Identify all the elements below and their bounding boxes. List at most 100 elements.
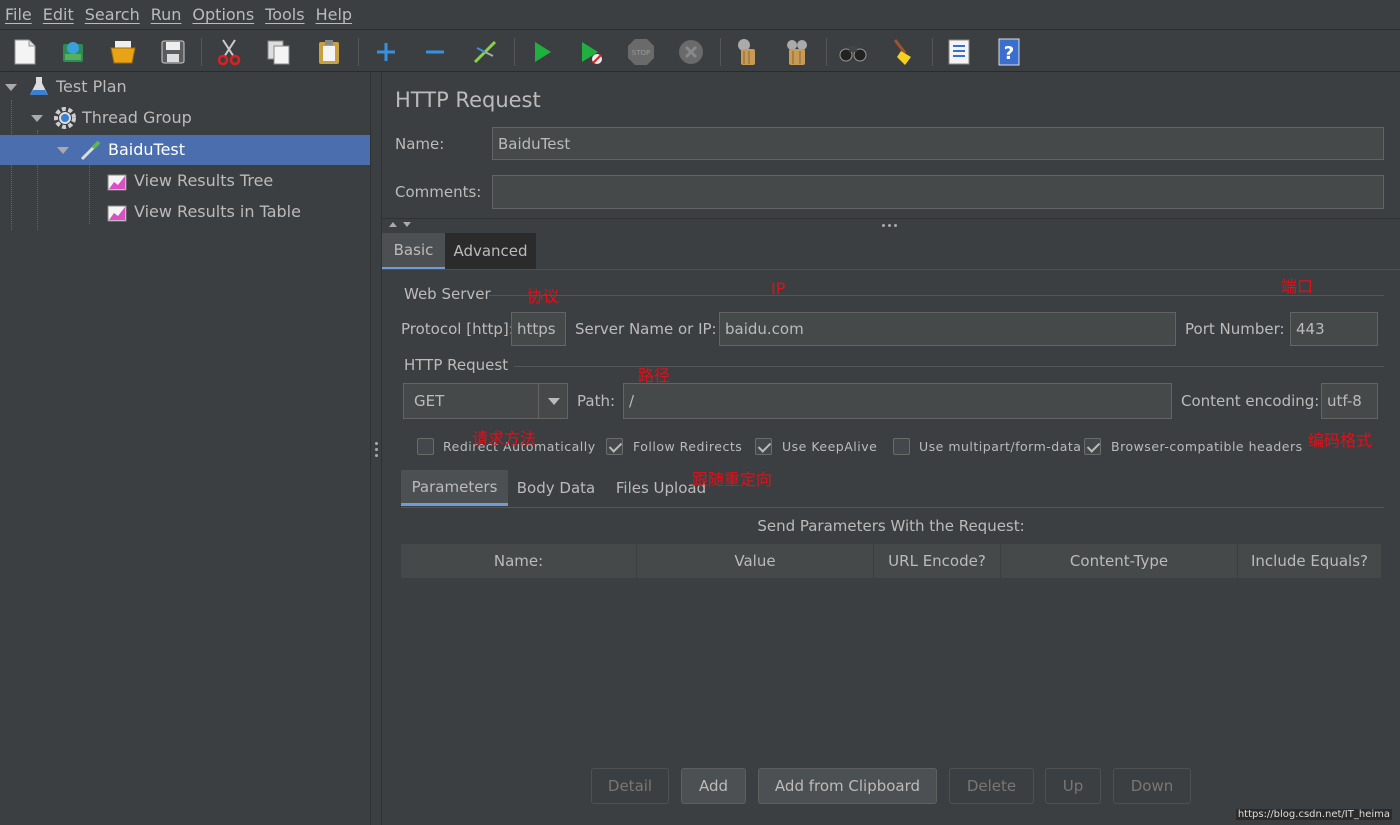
tree-item-label: View Results Tree bbox=[134, 171, 274, 190]
content-encoding-field[interactable]: utf-8 bbox=[1321, 383, 1378, 419]
help-icon[interactable]: ? bbox=[992, 35, 1026, 69]
clear-icon[interactable] bbox=[730, 35, 764, 69]
port-number-field[interactable]: 443 bbox=[1290, 312, 1378, 346]
path-field[interactable]: / bbox=[623, 383, 1172, 419]
test-plan-icon bbox=[27, 75, 51, 99]
chevron-down-icon[interactable] bbox=[5, 84, 17, 91]
browser-compatible-headers-label: Browser-compatible headers bbox=[1111, 439, 1303, 454]
vertical-splitter[interactable] bbox=[370, 72, 382, 825]
web-server-section-title: Web Server bbox=[404, 285, 491, 303]
templates-icon[interactable] bbox=[56, 35, 90, 69]
name-field[interactable]: BaiduTest bbox=[492, 127, 1384, 160]
column-header-include-equals[interactable]: Include Equals? bbox=[1238, 544, 1381, 578]
protocol-label: Protocol [http]: bbox=[401, 320, 514, 338]
tree-item-test-plan[interactable]: Test Plan bbox=[0, 72, 370, 102]
use-multipart-checkbox[interactable] bbox=[893, 438, 910, 455]
stop-icon[interactable]: STOP bbox=[624, 35, 658, 69]
use-multipart-label: Use multipart/form-data bbox=[919, 439, 1082, 454]
menu-tools[interactable]: Tools bbox=[265, 5, 304, 24]
tree-item-label: BaiduTest bbox=[108, 140, 186, 159]
annotation-redirect: 跟随重定向 bbox=[692, 470, 773, 489]
expand-icon[interactable] bbox=[369, 35, 403, 69]
cut-icon[interactable] bbox=[212, 35, 246, 69]
menu-help[interactable]: Help bbox=[316, 5, 352, 24]
chevron-down-icon[interactable] bbox=[57, 147, 69, 154]
browser-compatible-headers-checkbox[interactable] bbox=[1084, 438, 1101, 455]
svg-text:?: ? bbox=[1004, 43, 1014, 64]
down-button[interactable]: Down bbox=[1113, 768, 1191, 804]
server-name-label: Server Name or IP: bbox=[575, 320, 717, 338]
sampler-pipette-icon bbox=[79, 138, 103, 162]
tree-item-label: Test Plan bbox=[56, 77, 127, 96]
splitter-arrows-icon[interactable] bbox=[388, 221, 414, 229]
tree-item-view-results-table[interactable]: View Results in Table bbox=[0, 197, 370, 227]
thread-group-gear-icon bbox=[53, 106, 77, 130]
annotation-encoding: 编码格式 bbox=[1308, 431, 1373, 450]
page-title: HTTP Request bbox=[395, 88, 541, 112]
protocol-field[interactable]: https bbox=[511, 312, 566, 346]
use-keepalive-label: Use KeepAlive bbox=[782, 439, 878, 454]
http-request-section-title: HTTP Request bbox=[404, 356, 509, 374]
save-icon[interactable] bbox=[156, 35, 190, 69]
menu-options[interactable]: Options bbox=[192, 5, 254, 24]
tab-basic[interactable]: Basic bbox=[382, 233, 445, 269]
delete-button[interactable]: Delete bbox=[949, 768, 1034, 804]
collapse-icon[interactable] bbox=[418, 35, 452, 69]
column-header-value[interactable]: Value bbox=[637, 544, 874, 578]
redirect-automatically-checkbox[interactable] bbox=[417, 438, 434, 455]
search-icon[interactable] bbox=[836, 35, 870, 69]
reset-search-icon[interactable] bbox=[886, 35, 920, 69]
annotation-protocol: 协议 bbox=[527, 287, 560, 306]
tree-item-label: Thread Group bbox=[82, 108, 192, 127]
test-plan-tree: Test Plan Thread Group BaiduTest View Re… bbox=[0, 72, 370, 825]
toolbar: STOP ? bbox=[0, 31, 1400, 72]
paste-icon[interactable] bbox=[312, 35, 346, 69]
annotation-ip: IP bbox=[771, 279, 786, 298]
tree-item-view-results-tree[interactable]: View Results Tree bbox=[0, 166, 370, 196]
tree-item-thread-group[interactable]: Thread Group bbox=[0, 103, 370, 133]
name-label: Name: bbox=[395, 135, 445, 153]
menu-file[interactable]: File bbox=[5, 5, 32, 24]
listener-chart-icon bbox=[105, 169, 129, 193]
new-icon[interactable] bbox=[8, 35, 42, 69]
tab-parameters[interactable]: Parameters bbox=[401, 470, 508, 506]
menu-search[interactable]: Search bbox=[85, 5, 140, 24]
parameters-caption: Send Parameters With the Request: bbox=[757, 517, 1025, 535]
menu-edit[interactable]: Edit bbox=[43, 5, 74, 24]
column-header-name[interactable]: Name: bbox=[401, 544, 637, 578]
method-value: GET bbox=[414, 392, 445, 410]
listener-chart-icon bbox=[105, 200, 129, 224]
toggle-icon[interactable] bbox=[468, 35, 502, 69]
add-from-clipboard-button[interactable]: Add from Clipboard bbox=[758, 768, 937, 804]
tab-body-data[interactable]: Body Data bbox=[511, 470, 601, 506]
content-encoding-label: Content encoding: bbox=[1181, 392, 1320, 410]
menu-bar: File Edit Search Run Options Tools Help bbox=[0, 0, 1400, 30]
column-header-content-type[interactable]: Content-Type bbox=[1001, 544, 1238, 578]
tree-item-baidutest[interactable]: BaiduTest bbox=[0, 135, 370, 165]
use-keepalive-checkbox[interactable] bbox=[755, 438, 772, 455]
column-header-url-encode[interactable]: URL Encode? bbox=[874, 544, 1001, 578]
up-button[interactable]: Up bbox=[1045, 768, 1101, 804]
method-select[interactable]: GET bbox=[403, 383, 568, 419]
start-icon[interactable] bbox=[525, 35, 559, 69]
annotation-method: 请求方法 bbox=[472, 429, 537, 448]
comments-field[interactable] bbox=[492, 175, 1384, 209]
annotation-port: 端口 bbox=[1281, 277, 1314, 296]
comments-label: Comments: bbox=[395, 183, 482, 201]
clear-all-icon[interactable] bbox=[780, 35, 814, 69]
server-name-field[interactable]: baidu.com bbox=[719, 312, 1176, 346]
detail-button[interactable]: Detail bbox=[591, 768, 669, 804]
watermark: https://blog.csdn.net/IT_heima bbox=[1235, 809, 1392, 820]
shutdown-icon[interactable] bbox=[674, 35, 708, 69]
open-icon[interactable] bbox=[106, 35, 140, 69]
function-helper-icon[interactable] bbox=[942, 35, 976, 69]
start-no-pause-icon[interactable] bbox=[574, 35, 608, 69]
tab-advanced[interactable]: Advanced bbox=[445, 233, 536, 269]
menu-run[interactable]: Run bbox=[151, 5, 182, 24]
copy-icon[interactable] bbox=[262, 35, 296, 69]
chevron-down-icon[interactable] bbox=[31, 115, 43, 122]
chevron-down-icon bbox=[548, 398, 560, 405]
port-number-label: Port Number: bbox=[1185, 320, 1285, 338]
add-button[interactable]: Add bbox=[681, 768, 746, 804]
follow-redirects-checkbox[interactable] bbox=[606, 438, 623, 455]
